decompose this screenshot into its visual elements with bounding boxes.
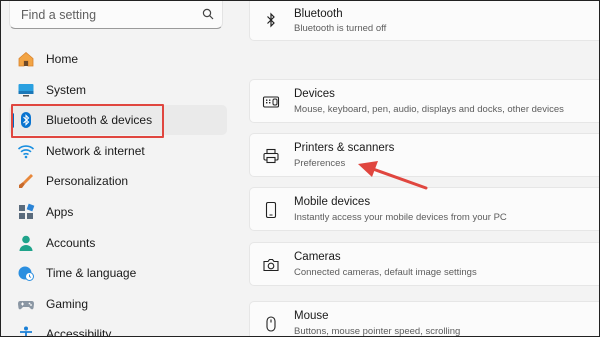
sidebar-item-accounts[interactable]: Accounts xyxy=(9,228,227,258)
card-title: Printers & scanners xyxy=(294,142,395,154)
phone-icon xyxy=(265,201,277,219)
card-subtitle: Buttons, mouse pointer speed, scrolling xyxy=(294,326,461,337)
gamepad-icon xyxy=(18,301,34,310)
sidebar-item-label: Accessibility xyxy=(46,327,112,337)
sidebar-item-apps[interactable]: Apps xyxy=(9,197,227,227)
annotation-arrow-icon xyxy=(358,161,428,190)
card-title: Bluetooth xyxy=(294,8,343,20)
annotation-highlight-box xyxy=(11,104,164,138)
sidebar-item-time-language[interactable]: Time & language xyxy=(9,258,227,288)
sidebar: Find a setting Home System Bluetooth & d… xyxy=(1,1,233,337)
sidebar-item-gaming[interactable]: Gaming xyxy=(9,289,227,319)
home-icon xyxy=(18,51,34,67)
camera-icon xyxy=(263,258,279,272)
sidebar-item-label: Gaming xyxy=(46,297,89,311)
search-box[interactable]: Find a setting xyxy=(9,1,223,29)
keyboard-icon xyxy=(262,96,280,108)
sidebar-item-label: Personalization xyxy=(46,174,129,188)
card-mouse[interactable]: Mouse Buttons, mouse pointer speed, scro… xyxy=(249,301,599,337)
sidebar-item-accessibility[interactable]: Accessibility xyxy=(9,319,227,337)
search-input[interactable]: Find a setting xyxy=(21,8,96,22)
system-icon xyxy=(18,84,34,97)
card-subtitle: Instantly access your mobile devices fro… xyxy=(294,212,507,223)
sidebar-item-label: Accounts xyxy=(46,236,96,250)
card-title: Mouse xyxy=(294,310,329,322)
settings-window: Find a setting Home System Bluetooth & d… xyxy=(0,0,600,337)
card-subtitle: Preferences xyxy=(294,158,346,169)
sidebar-item-personalization[interactable]: Personalization xyxy=(9,166,227,196)
card-subtitle: Mouse, keyboard, pen, audio, displays an… xyxy=(294,104,564,115)
sidebar-item-label: System xyxy=(46,83,87,97)
sidebar-item-label: Network & internet xyxy=(46,144,145,158)
sidebar-item-system[interactable]: System xyxy=(9,75,227,105)
sidebar-item-network-internet[interactable]: Network & internet xyxy=(9,136,227,166)
wifi-icon xyxy=(17,145,35,159)
card-bluetooth[interactable]: Bluetooth Bluetooth is turned off xyxy=(249,1,599,41)
card-subtitle: Connected cameras, default image setting… xyxy=(294,267,477,278)
sidebar-item-label: Apps xyxy=(46,205,74,219)
card-title: Cameras xyxy=(294,251,341,263)
sidebar-item-home[interactable]: Home xyxy=(9,44,227,74)
mouse-icon xyxy=(266,316,276,332)
brush-icon xyxy=(19,174,33,188)
card-cameras[interactable]: Cameras Connected cameras, default image… xyxy=(249,242,599,286)
card-devices[interactable]: Devices Mouse, keyboard, pen, audio, dis… xyxy=(249,79,599,123)
accessibility-icon xyxy=(20,326,32,336)
card-title: Devices xyxy=(294,88,335,100)
sidebar-item-label: Time & language xyxy=(46,266,137,280)
bluetooth-icon xyxy=(267,12,275,28)
globe-clock-icon xyxy=(18,266,34,281)
printer-icon xyxy=(263,148,279,164)
apps-icon xyxy=(19,203,35,219)
search-icon[interactable] xyxy=(202,8,214,20)
accounts-icon xyxy=(19,235,33,251)
sidebar-item-label: Home xyxy=(46,52,79,66)
card-subtitle: Bluetooth is turned off xyxy=(294,23,387,34)
